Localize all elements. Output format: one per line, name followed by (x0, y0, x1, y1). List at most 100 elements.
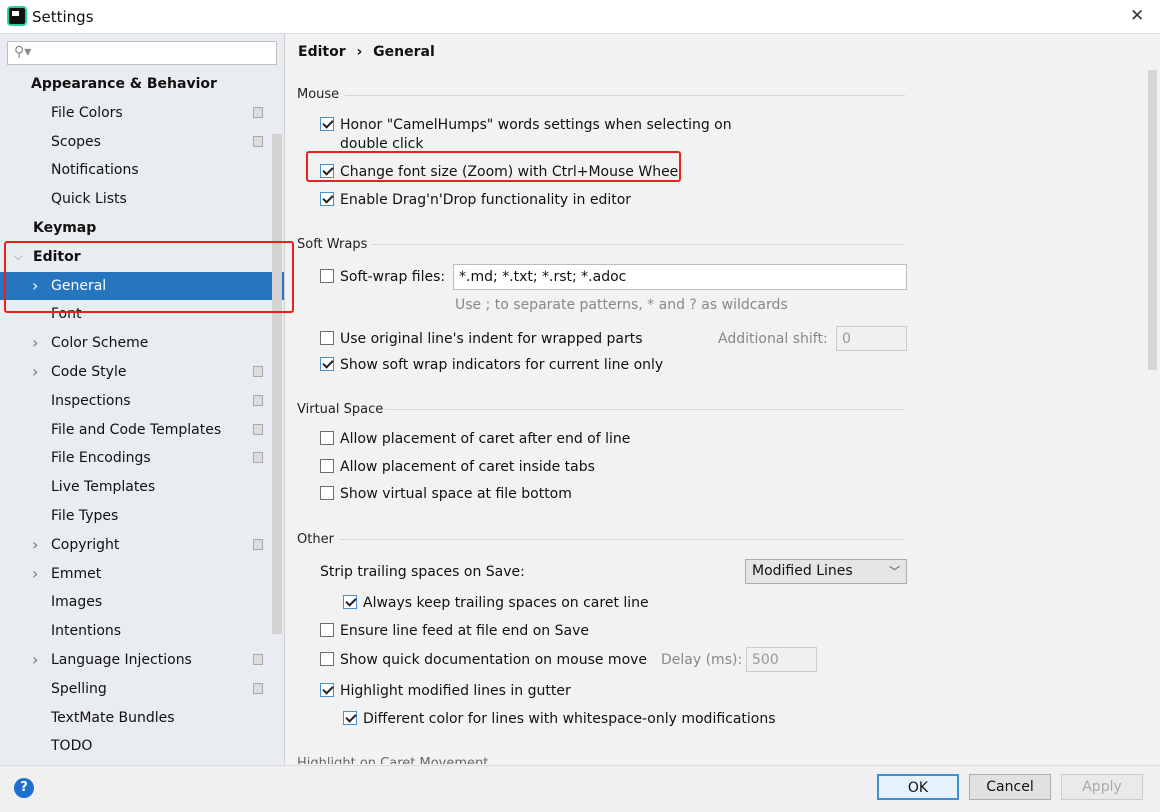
soft-wrap-indicators-checkbox[interactable]: Show soft wrap indicators for current li… (320, 356, 663, 374)
sidebar-item-label: File and Code Templates (51, 421, 222, 438)
sidebar-item-file-types[interactable]: File Types (0, 502, 284, 530)
sidebar-item-appearance-behavior[interactable]: Appearance & Behavior (0, 70, 284, 98)
apply-button[interactable]: Apply (1061, 774, 1143, 800)
sidebar-item-language-injections[interactable]: › Language Injections (0, 646, 284, 674)
caret-after-end-checkbox[interactable]: Allow placement of caret after end of li… (320, 430, 630, 448)
sidebar-item-label: Copyright (51, 536, 120, 553)
strip-spaces-dropdown[interactable]: Modified Lines ﹀ (745, 559, 907, 584)
quick-doc-checkbox[interactable]: Show quick documentation on mouse move (320, 651, 647, 669)
sidebar-item-label: Emmet (51, 565, 102, 582)
chevron-right-icon[interactable]: › (32, 531, 38, 559)
sidebar-item-inspections[interactable]: Inspections (0, 387, 284, 415)
settings-sidebar: ⚲▾ Appearance & Behavior File Colors Scope… (0, 34, 285, 765)
dnd-checkbox[interactable]: Enable Drag'n'Drop functionality in edit… (320, 191, 631, 209)
section-mouse: Mouse (297, 87, 340, 102)
project-scope-icon (253, 394, 263, 406)
breadcrumb: Editor › General (298, 44, 435, 60)
project-scope-icon (253, 106, 263, 118)
sidebar-item-label: Appearance & Behavior (31, 76, 217, 92)
project-scope-icon (253, 538, 263, 550)
sidebar-item-label: Intentions (51, 623, 122, 640)
chevron-right-icon[interactable]: › (32, 560, 38, 588)
sidebar-item-scopes[interactable]: Scopes (0, 128, 284, 156)
ok-button[interactable]: OK (877, 774, 959, 800)
cancel-button[interactable]: Cancel (969, 774, 1051, 800)
breadcrumb-parent[interactable]: Editor (298, 44, 346, 60)
delay-input[interactable]: 500 (746, 647, 817, 672)
sidebar-item-file-encodings[interactable]: File Encodings (0, 444, 284, 472)
checkbox-icon (320, 683, 334, 697)
caret-inside-tabs-checkbox[interactable]: Allow placement of caret inside tabs (320, 458, 595, 476)
checkbox-icon (320, 486, 334, 500)
project-scope-icon (253, 452, 263, 464)
window-title: Settings (32, 8, 94, 26)
search-input[interactable]: ⚲▾ (7, 41, 277, 65)
checkbox-icon (320, 269, 334, 283)
sidebar-item-label: Spelling (51, 680, 107, 697)
content-scrollbar[interactable] (1148, 70, 1157, 370)
highlight-modified-checkbox[interactable]: Highlight modified lines in gutter (320, 682, 571, 700)
sidebar-item-label: Live Templates (51, 479, 156, 496)
checkbox-icon (320, 431, 334, 445)
search-icon: ⚲▾ (14, 44, 32, 60)
soft-wrap-checkbox[interactable]: Soft-wrap files: (320, 268, 445, 286)
sidebar-item-label: File Types (51, 508, 119, 524)
original-indent-checkbox[interactable]: Use original line's indent for wrapped p… (320, 330, 643, 348)
soft-wrap-files-input[interactable]: *.md; *.txt; *.rst; *.adoc (453, 264, 907, 290)
virtual-space-bottom-checkbox[interactable]: Show virtual space at file bottom (320, 485, 572, 503)
sidebar-item-keymap[interactable]: Keymap (0, 214, 284, 242)
checkbox-icon (320, 459, 334, 473)
project-scope-icon (253, 682, 263, 694)
sidebar-item-label: TODO (51, 738, 93, 755)
sidebar-item-label: TextMate Bundles (51, 709, 175, 726)
sidebar-item-label: Inspections (51, 392, 131, 409)
sidebar-item-label: Keymap (33, 220, 97, 236)
section-other: Other (297, 532, 334, 547)
sidebar-item-label: Quick Lists (51, 191, 127, 208)
chevron-right-icon[interactable]: › (32, 646, 38, 674)
sidebar-item-emmet[interactable]: › Emmet (0, 560, 284, 588)
sidebar-scrollbar[interactable] (272, 134, 282, 634)
sidebar-item-textmate-bundles[interactable]: TextMate Bundles (0, 704, 284, 732)
sidebar-item-label: Notifications (51, 162, 139, 179)
camelhumps-checkbox[interactable]: Honor "CamelHumps" words settings when s… (320, 116, 732, 134)
strip-spaces-label: Strip trailing spaces on Save: (320, 564, 525, 580)
sidebar-item-intentions[interactable]: Intentions (0, 617, 284, 645)
sidebar-item-label: Code Style (51, 364, 127, 380)
project-scope-icon (253, 654, 263, 665)
chevron-right-icon[interactable]: › (32, 358, 38, 386)
soft-wrap-hint: Use ; to separate patterns, * and ? as w… (455, 297, 788, 313)
sidebar-item-color-scheme[interactable]: › Color Scheme (0, 329, 284, 357)
checkbox-icon (320, 652, 334, 666)
project-scope-icon (253, 423, 263, 435)
chevron-down-icon: ﹀ (889, 565, 900, 578)
sidebar-item-file-and-code-templates[interactable]: File and Code Templates (0, 416, 284, 444)
section-caret-movement: Highlight on Caret Movement (297, 756, 489, 764)
sidebar-item-todo[interactable]: TODO (0, 732, 284, 760)
additional-shift-label: Additional shift: (718, 331, 828, 347)
line-feed-checkbox[interactable]: Ensure line feed at file end on Save (320, 622, 589, 640)
checkbox-icon (320, 623, 334, 637)
section-soft-wraps: Soft Wraps (297, 237, 368, 252)
additional-shift-input[interactable]: 0 (836, 326, 907, 351)
checkbox-icon (320, 192, 334, 206)
delay-label: Delay (ms): (661, 652, 743, 668)
help-button[interactable]: ? (14, 778, 34, 798)
sidebar-item-spelling[interactable]: Spelling (0, 675, 284, 703)
sidebar-item-copyright[interactable]: › Copyright (0, 531, 284, 559)
sidebar-item-notifications[interactable]: Notifications (0, 156, 284, 184)
sidebar-item-code-style[interactable]: › Code Style (0, 358, 284, 386)
sidebar-item-live-templates[interactable]: Live Templates (0, 473, 284, 501)
checkbox-icon (343, 595, 357, 609)
sidebar-item-quick-lists[interactable]: Quick Lists (0, 185, 284, 213)
whitespace-color-checkbox[interactable]: Different color for lines with whitespac… (343, 710, 776, 728)
section-virtual-space: Virtual Space (297, 402, 384, 417)
sidebar-item-images[interactable]: Images (0, 588, 284, 616)
keep-trailing-spaces-checkbox[interactable]: Always keep trailing spaces on caret lin… (343, 594, 649, 612)
chevron-right-icon[interactable]: › (32, 329, 38, 357)
project-scope-icon (253, 135, 263, 147)
close-icon[interactable]: ✕ (1130, 6, 1144, 26)
sidebar-item-label: Language Injections (51, 652, 192, 668)
sidebar-item-file-colors[interactable]: File Colors (0, 99, 284, 127)
sidebar-item-label: File Colors (51, 104, 123, 121)
